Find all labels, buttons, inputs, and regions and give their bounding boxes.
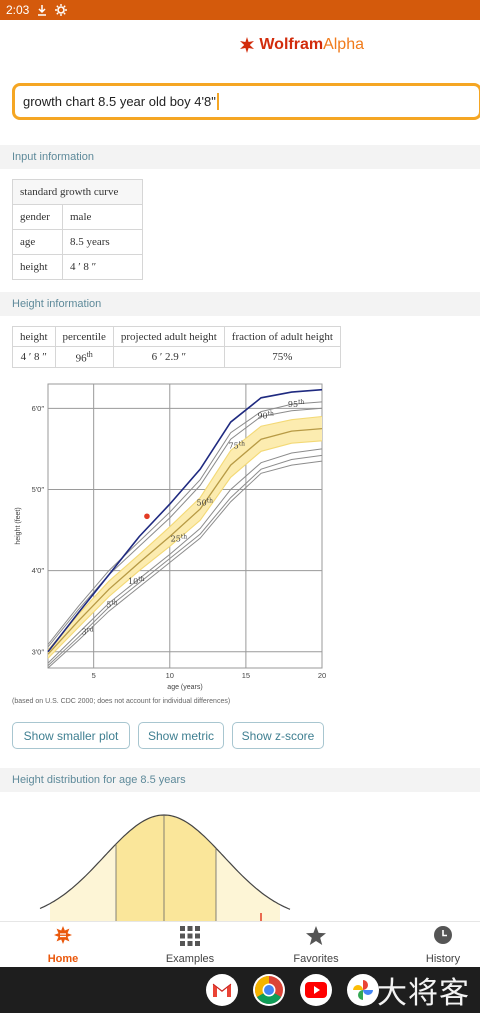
system-taskbar: 大将客 [0,967,480,1013]
table-cell-label: gender [12,204,63,230]
table-row: gender male [12,204,143,230]
nav-label-home: Home [47,953,79,965]
cell-fraction-of-adult-height: 75% [223,346,341,368]
height-distribution-chart [39,814,291,921]
input-info-table: standard growth curve gender male age 8.5 … [12,179,143,280]
section-header-height-information: Height information [0,292,480,316]
column-header-height: height [12,326,56,347]
bottom-navigation: Home Examples Favorites History [0,921,480,967]
app-header: WolframAlpha [0,20,480,70]
y-tick-label: 5′0″ [32,485,45,494]
x-axis-label: age (years) [167,684,202,691]
chrome-icon[interactable] [253,974,285,1006]
section-header-height-distribution: Height distribution for age 8.5 years [0,768,480,792]
brand-wolfram-text: Wolfram [259,36,324,53]
search-query-text: growth chart 8.5 year old boy 4'8" [23,94,216,109]
percentile-suffix: th [86,349,93,359]
table-cell-value: 4 ′ 8 ″ [62,254,143,280]
column-header-projected-adult-height: projected adult height [112,326,225,347]
cell-height: 4 ′ 8 ″ [12,346,56,368]
column-header-fraction-of-adult-height: fraction of adult height [223,326,341,347]
table-row: height 4 ′ 8 ″ [12,254,143,280]
show-metric-button[interactable]: Show metric [138,722,224,749]
table-row: 4 ′ 8 ″ 96th 6 ′ 2.9 ″ 75% [12,346,341,368]
text-cursor [216,93,219,110]
nav-examples[interactable]: Examples [142,922,238,968]
chart-source-note: (based on U.S. CDC 2000; does not accoun… [12,698,231,705]
height-info-table: height percentile projected adult height… [12,326,341,368]
nav-favorites[interactable]: Favorites [268,922,364,968]
table-cell-label: age [12,229,63,255]
home-sun-icon [54,926,72,944]
y-axis-label: height (feet) [15,507,22,544]
show-z-score-button[interactable]: Show z-score [232,722,324,749]
x-tick-label: 5 [92,671,96,680]
wolfram-star-icon [240,37,255,53]
grid-icon [180,926,200,946]
nav-history[interactable]: History [395,922,480,968]
download-icon [38,5,47,16]
search-input[interactable]: growth chart 8.5 year old boy 4'8" [12,83,480,120]
table-cell-value: male [62,204,143,230]
gmail-icon[interactable] [206,974,238,1006]
x-tick-label: 10 [166,671,174,680]
brand-alpha-text: Alpha [323,36,364,53]
cell-projected-adult-height: 6 ′ 2.9 ″ [112,346,225,368]
y-tick-label: 3′0″ [32,647,45,656]
x-tick-label: 15 [242,671,250,680]
growth-chart[interactable]: 3rd5th10th25th50th75th90th95th5 10 15 203′0… [12,380,330,695]
nav-label-examples: Examples [165,953,215,965]
youtube-icon[interactable] [300,974,332,1006]
clock-icon [434,926,452,944]
show-smaller-plot-button[interactable]: Show smaller plot [12,722,130,749]
y-tick-label: 6′0″ [32,404,45,413]
star-icon [306,926,326,945]
status-bar: 2:03 [0,0,480,20]
watermark-text: 大将客 [377,976,470,1011]
x-tick-label: 20 [318,671,326,680]
cell-percentile: 96th [54,346,114,368]
table-cell-value: 8.5 years [62,229,143,255]
percentile-value: 96 [75,352,87,365]
status-time: 2:03 [6,3,30,17]
child-height-point [144,513,150,520]
photos-icon[interactable] [347,974,379,1006]
column-header-percentile: percentile [54,326,114,347]
table-cell-label: height [12,254,63,280]
nav-label-history: History [425,953,461,965]
table-row: age 8.5 years [12,229,143,255]
distribution-middle-area [116,815,216,921]
settings-gear-icon [55,4,68,16]
y-tick-label: 4′0″ [32,566,45,575]
wolframalpha-logo[interactable]: WolframAlpha [239,36,364,54]
input-info-table-header: standard growth curve [12,179,143,205]
section-header-input-information: Input information [0,145,480,169]
nav-home[interactable]: Home [15,922,111,968]
nav-label-favorites: Favorites [293,953,339,965]
